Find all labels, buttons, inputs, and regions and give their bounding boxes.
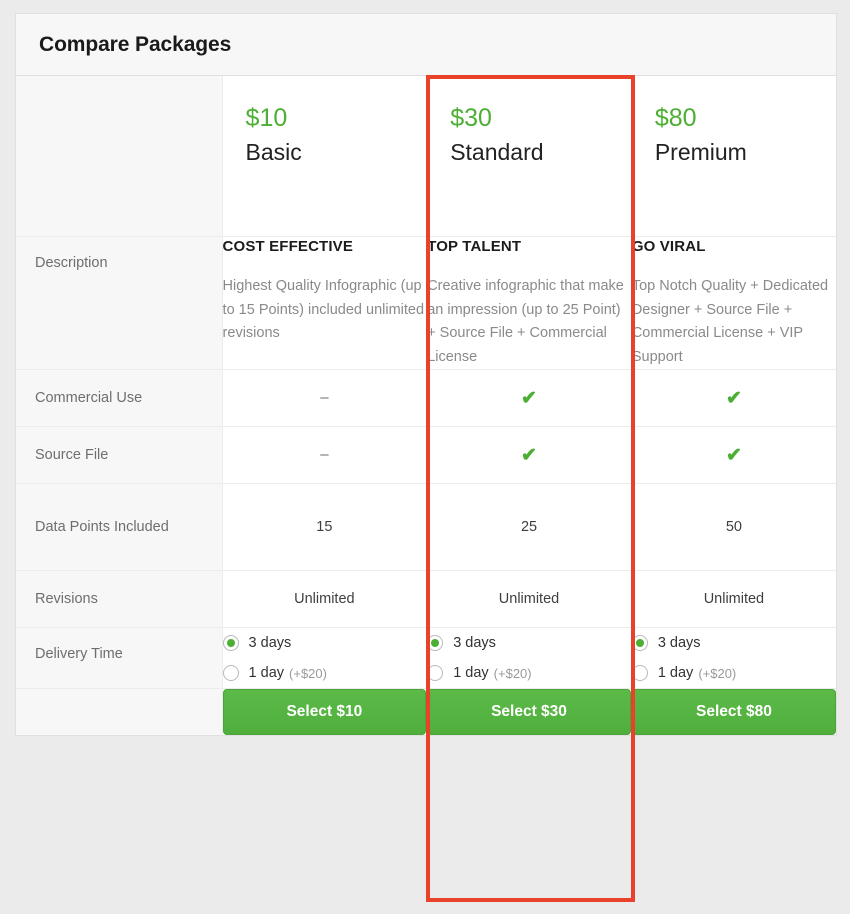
row-label-data-points: Data Points Included [16,483,223,571]
delivery-option-label: 1 day [248,665,285,681]
commercial-use-premium: ✔ [630,369,836,427]
row-delivery-time: Delivery Time 3 days 1 day (+$20) 3 days… [16,627,836,689]
source-file-premium: ✔ [630,426,836,484]
delivery-option-label: 3 days [453,635,496,651]
commercial-use-basic: – [221,369,427,427]
radio-button-icon[interactable] [427,665,444,681]
row-commercial-use: Commercial Use – ✔ ✔ [16,369,836,427]
plan-header-row: $10 Basic $30 Standard $80 Premium [16,76,836,237]
empty-corner-cell [16,76,223,237]
select-cell-standard: Select $30 [426,688,632,735]
checkmark-icon: ✔ [521,444,537,466]
delivery-option-label: 1 day [453,665,489,681]
delivery-option-surcharge: (+$20) [289,665,327,681]
not-included-dash-icon: – [320,446,329,463]
select-basic-button[interactable]: Select $10 [222,689,427,735]
row-select-buttons: Select $10 Select $30 Select $80 [16,688,836,735]
plan-header-basic: $10 Basic [221,76,427,237]
plan-name: Premium [654,139,747,165]
select-premium-button[interactable]: Select $80 [631,689,836,735]
delivery-options-standard: 3 days 1 day (+$20) [426,627,632,689]
plan-price: $80 [654,104,697,132]
row-revisions: Revisions Unlimited Unlimited Unlimited [16,570,836,628]
data-points-standard: 25 [426,483,632,571]
description-body: Top Notch Quality + Dedicated Designer +… [631,278,829,365]
source-file-basic: – [221,426,427,484]
description-title: TOP TALENT [427,238,522,255]
delivery-option-3-days[interactable]: 3 days [222,628,427,658]
row-label-revisions: Revisions [16,570,223,628]
plan-header-premium: $80 Premium [630,76,836,237]
select-cell-basic: Select $10 [221,688,427,735]
delivery-option-surcharge: (+$20) [698,665,737,681]
select-cell-premium: Select $80 [630,688,836,735]
row-label-commercial-use: Commercial Use [16,369,223,427]
description-cell-premium: GO VIRAL Top Notch Quality + Dedicated D… [630,236,836,370]
source-file-standard: ✔ [426,426,632,484]
delivery-option-3-days[interactable]: 3 days [631,628,836,658]
radio-button-icon[interactable] [631,665,648,681]
checkmark-icon: ✔ [725,444,742,466]
commercial-use-standard: ✔ [426,369,632,427]
revisions-standard: Unlimited [426,570,632,628]
table-header: Compare Packages [16,14,836,76]
page-title: Compare Packages [39,32,232,56]
revisions-basic: Unlimited [221,570,427,628]
delivery-option-1-day[interactable]: 1 day (+$20) [427,658,631,688]
comparison-grid: $10 Basic $30 Standard $80 Premium Descr… [16,76,836,735]
not-included-dash-icon: – [320,389,329,406]
checkmark-icon: ✔ [521,387,537,409]
pricing-comparison-screen: Compare Packages $10 Basic $30 Standard … [0,0,850,914]
description-cell-basic: COST EFFECTIVE Highest Quality Infograph… [221,236,427,370]
delivery-option-1-day[interactable]: 1 day (+$20) [222,658,427,688]
delivery-option-surcharge: (+$20) [493,665,532,681]
row-data-points: Data Points Included 15 25 50 [16,483,836,571]
delivery-option-label: 1 day [657,665,694,681]
select-standard-button[interactable]: Select $30 [427,689,631,735]
data-points-premium: 50 [630,483,836,571]
delivery-option-1-day[interactable]: 1 day (+$20) [631,658,836,688]
delivery-option-3-days[interactable]: 3 days [427,628,631,658]
delivery-option-label: 3 days [657,635,701,651]
row-label-source-file: Source File [16,426,223,484]
delivery-options-basic: 3 days 1 day (+$20) [221,627,427,689]
delivery-option-label: 3 days [248,635,292,651]
description-cell-standard: TOP TALENT Creative infographic that mak… [426,236,632,370]
plan-price: $10 [245,104,288,132]
radio-button-icon[interactable] [222,665,239,681]
checkmark-icon: ✔ [725,387,742,409]
data-points-basic: 15 [221,483,427,571]
description-title: COST EFFECTIVE [222,238,353,255]
revisions-premium: Unlimited [630,570,836,628]
row-source-file: Source File – ✔ ✔ [16,426,836,484]
delivery-options-premium: 3 days 1 day (+$20) [630,627,836,689]
radio-button-icon[interactable] [427,635,444,651]
row-label-delivery-time: Delivery Time [16,627,223,689]
description-body: Creative infographic that make an impres… [427,278,624,365]
radio-button-icon[interactable] [631,635,648,651]
description-title: GO VIRAL [631,238,706,255]
plan-name: Basic [245,139,302,165]
compare-packages-table: Compare Packages $10 Basic $30 Standard … [15,13,837,736]
radio-button-icon[interactable] [222,635,239,651]
description-body: Highest Quality Infographic (up to 15 Po… [222,278,425,341]
row-description: Description COST EFFECTIVE Highest Quali… [16,236,836,370]
plan-price: $30 [450,104,492,132]
empty-footer-cell [16,688,223,735]
row-label-description: Description [16,236,223,370]
plan-name: Standard [450,139,544,165]
plan-header-standard: $30 Standard [426,76,632,237]
